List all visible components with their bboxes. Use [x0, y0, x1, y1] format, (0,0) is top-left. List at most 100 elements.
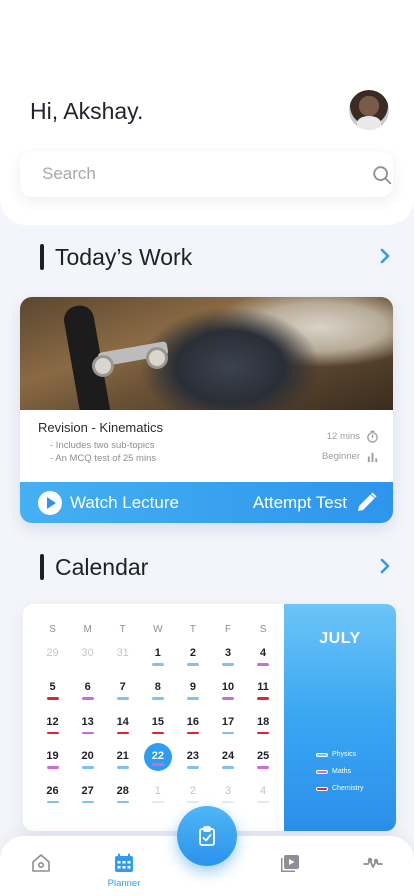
level-meta: Beginner — [322, 450, 379, 463]
calendar-day[interactable]: 21 — [105, 745, 140, 779]
subject-marker — [257, 766, 270, 769]
section-accent-bar — [40, 244, 44, 270]
calendar-day[interactable]: 6 — [70, 676, 105, 710]
calendar-day-number: 5 — [49, 681, 56, 694]
calendar-day[interactable]: 9 — [175, 676, 210, 710]
subject-marker — [151, 800, 164, 804]
calendar-day-number: 22 — [151, 750, 164, 763]
calendar-day[interactable]: 15 — [140, 711, 175, 745]
play-icon — [38, 491, 62, 515]
calendar-day-number: 23 — [186, 750, 200, 763]
calendar-day[interactable]: 23 — [175, 745, 210, 779]
subject-marker — [221, 800, 234, 804]
calendar-day[interactable]: 5 — [35, 676, 70, 710]
subject-marker — [46, 697, 59, 700]
calendar-day-number: 12 — [46, 715, 59, 728]
calendar-day[interactable]: 2 — [175, 642, 210, 676]
chevron-right-icon[interactable] — [378, 557, 392, 575]
calendar-day[interactable]: 30 — [70, 642, 105, 676]
calendar-day[interactable]: 26 — [35, 780, 70, 814]
calendar-week-row: 5 6 7 8 9 10 11 — [35, 676, 281, 710]
subject-marker — [151, 763, 164, 766]
calendar-day-number: 28 — [116, 784, 129, 797]
calendar-day-number: 21 — [116, 750, 129, 763]
calendar-day[interactable]: 27 — [70, 780, 105, 814]
month-panel: JULY Physics Maths Chemistry — [284, 604, 396, 831]
lecture-title: Revision - Kinematics — [38, 420, 163, 435]
calendar-week-row: 12 13 14 15 16 17 18 — [35, 711, 281, 745]
subject-marker — [257, 663, 270, 666]
calendar-day[interactable]: 4 — [246, 642, 281, 676]
nav-activity[interactable] — [353, 852, 393, 892]
subject-marker — [221, 731, 234, 735]
calendar-day[interactable]: 12 — [35, 711, 70, 745]
lecture-card[interactable]: Revision - Kinematics - Includes two sub… — [20, 297, 393, 523]
calendar-day[interactable]: 29 — [35, 642, 70, 676]
lecture-actions: Watch Lecture Attempt Test — [20, 482, 393, 523]
calendar-day[interactable]: 16 — [175, 711, 210, 745]
watch-lecture-label: Watch Lecture — [70, 493, 179, 512]
chevron-right-icon[interactable] — [378, 247, 392, 265]
calendar-day-number: 19 — [46, 750, 59, 763]
calendar-day[interactable]: 18 — [246, 711, 281, 745]
weekday-label: T — [119, 624, 126, 635]
subject-marker — [221, 697, 234, 700]
calendar-day[interactable]: 17 — [210, 711, 245, 745]
calendar-day-number: 17 — [221, 715, 235, 728]
timer-icon — [367, 430, 378, 443]
subject-marker — [257, 800, 270, 804]
search-input[interactable] — [42, 163, 342, 185]
bar-chart-icon — [367, 452, 378, 463]
calendar-day[interactable]: 1 — [140, 642, 175, 676]
search-bar[interactable] — [20, 151, 393, 197]
calendar-day-number: 14 — [116, 715, 129, 728]
calendar-day[interactable]: 7 — [105, 676, 140, 710]
attempt-test-button[interactable]: Attempt Test — [253, 490, 377, 516]
calendar-day[interactable]: 24 — [210, 745, 245, 779]
calendar-day[interactable]: 25 — [246, 745, 281, 779]
calendar-day[interactable]: 14 — [105, 711, 140, 745]
calendar-day-number: 3 — [224, 647, 232, 659]
duration-text: 12 mins — [326, 431, 360, 442]
calendar-day[interactable]: 13 — [70, 711, 105, 745]
calendar-day[interactable]: 19 — [35, 745, 70, 779]
activity-wave-icon — [363, 857, 383, 868]
calendar-day[interactable]: 3 — [210, 642, 245, 676]
calendar-day[interactable]: 31 — [105, 642, 140, 676]
calendar-day-number: 15 — [151, 715, 164, 728]
calendar-day-number: 27 — [81, 784, 94, 797]
subject-marker — [46, 766, 59, 769]
home-icon — [32, 854, 50, 872]
search-icon[interactable] — [371, 164, 393, 186]
calendar-day-number: 25 — [256, 750, 270, 763]
calendar-day-selected[interactable]: 22 — [140, 743, 175, 779]
watch-lecture-button[interactable]: Watch Lecture — [38, 490, 179, 516]
calendar-day[interactable]: 10 — [210, 676, 245, 710]
calendar-day-number: 9 — [189, 681, 196, 694]
subject-marker — [116, 766, 129, 769]
nav-home[interactable] — [21, 852, 61, 892]
calendar-day-number: 18 — [256, 715, 270, 728]
todays-work-title: Today’s Work — [55, 244, 193, 270]
legend-swatch — [316, 752, 328, 757]
calendar-day-number: 16 — [186, 715, 200, 728]
avatar[interactable] — [349, 90, 389, 130]
weekday-label: M — [83, 624, 92, 635]
calendar-day[interactable]: 1 — [140, 780, 175, 814]
calendar-day-number: 31 — [116, 647, 129, 659]
subject-marker — [81, 800, 94, 804]
weekday-label: F — [224, 624, 232, 635]
weekday-label: T — [189, 624, 196, 635]
tasks-fab-button[interactable] — [177, 806, 237, 866]
calendar-day-number: 4 — [260, 784, 267, 797]
weekday-label: S — [259, 624, 267, 635]
calendar-day[interactable]: 11 — [246, 676, 281, 710]
nav-videos[interactable] — [270, 852, 310, 892]
calendar-header: Calendar — [40, 553, 394, 583]
calendar-week-row: 26 27 28 1 2 3 4 — [35, 780, 281, 814]
calendar-day[interactable]: 28 — [105, 780, 140, 814]
calendar-day[interactable]: 8 — [140, 676, 175, 710]
calendar-day[interactable]: 4 — [246, 780, 281, 814]
weekday-row: SMTWTFS — [35, 622, 281, 642]
calendar-day[interactable]: 20 — [70, 745, 105, 779]
